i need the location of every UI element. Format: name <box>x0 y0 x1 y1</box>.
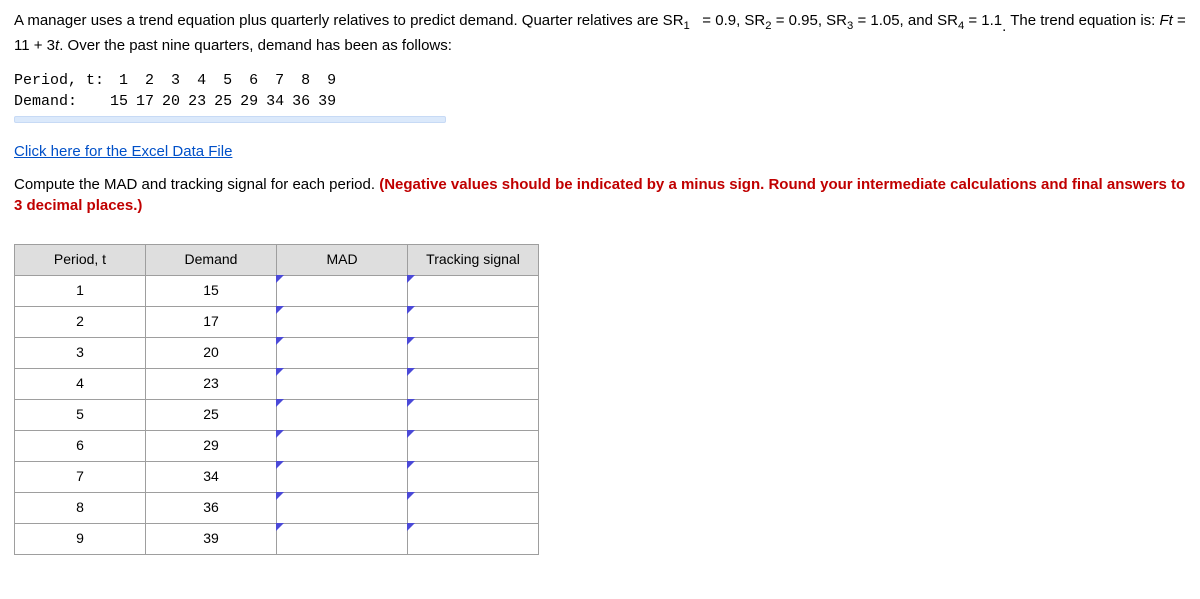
input-tracking-signal[interactable] <box>408 399 539 430</box>
demand-cell: 15 <box>110 91 136 112</box>
period-cell: 2 <box>136 70 162 91</box>
text: = 1.1 <box>968 12 1002 29</box>
cell-demand: 34 <box>146 461 277 492</box>
period-cell: 8 <box>292 70 318 91</box>
cell-demand: 36 <box>146 492 277 523</box>
header-tracking-signal: Tracking signal <box>408 244 539 275</box>
data-table-scrollbar[interactable] <box>14 116 446 123</box>
input-mad[interactable] <box>277 399 408 430</box>
cell-period: 4 <box>15 368 146 399</box>
demand-cell: 25 <box>214 91 240 112</box>
text: A manager uses a trend equation plus qua… <box>14 12 684 29</box>
text: The trend equation is: <box>1010 12 1159 29</box>
given-data-table: Period, t: 1 2 3 4 5 6 7 8 9 Demand: 15 … <box>14 70 344 112</box>
input-tracking-signal[interactable] <box>408 368 539 399</box>
row-label-demand: Demand: <box>14 91 110 112</box>
cell-demand: 23 <box>146 368 277 399</box>
cell-period: 3 <box>15 337 146 368</box>
header-demand: Demand <box>146 244 277 275</box>
table-row: 7 34 <box>15 461 539 492</box>
demand-cell: 20 <box>162 91 188 112</box>
input-mad[interactable] <box>277 368 408 399</box>
demand-cell: 29 <box>240 91 266 112</box>
table-header-row: Period, t Demand MAD Tracking signal <box>15 244 539 275</box>
input-mad[interactable] <box>277 461 408 492</box>
table-row: 1 15 <box>15 275 539 306</box>
cell-demand: 15 <box>146 275 277 306</box>
period-cell: 3 <box>162 70 188 91</box>
cell-period: 1 <box>15 275 146 306</box>
instruction-part1: Compute the MAD and tracking signal for … <box>14 176 379 193</box>
cell-period: 9 <box>15 523 146 554</box>
input-mad[interactable] <box>277 430 408 461</box>
input-tracking-signal[interactable] <box>408 337 539 368</box>
text: . Over the past nine quarters, demand ha… <box>59 37 452 54</box>
text: = 0.9, SR <box>698 12 765 29</box>
input-tracking-signal[interactable] <box>408 275 539 306</box>
text: = 0.95, SR <box>776 12 847 29</box>
demand-cell: 23 <box>188 91 214 112</box>
period-cell: 1 <box>110 70 136 91</box>
problem-statement: A manager uses a trend equation plus qua… <box>14 10 1186 56</box>
sr4-sub: 4 <box>958 20 964 32</box>
cell-period: 5 <box>15 399 146 430</box>
period-cell: 7 <box>266 70 292 91</box>
cell-demand: 17 <box>146 306 277 337</box>
cell-period: 7 <box>15 461 146 492</box>
sr3-sub: 3 <box>847 20 853 32</box>
header-period: Period, t <box>15 244 146 275</box>
excel-data-file-link[interactable]: Click here for the Excel Data File <box>14 141 232 162</box>
input-tracking-signal[interactable] <box>408 430 539 461</box>
cell-demand: 20 <box>146 337 277 368</box>
cell-demand: 25 <box>146 399 277 430</box>
cell-demand: 39 <box>146 523 277 554</box>
input-tracking-signal[interactable] <box>408 492 539 523</box>
sr2-sub: 2 <box>765 20 771 32</box>
table-row: 9 39 <box>15 523 539 554</box>
cell-period: 8 <box>15 492 146 523</box>
period-cell: 6 <box>240 70 266 91</box>
table-row: 2 17 <box>15 306 539 337</box>
input-tracking-signal[interactable] <box>408 523 539 554</box>
input-mad[interactable] <box>277 337 408 368</box>
cell-demand: 29 <box>146 430 277 461</box>
instruction-text: Compute the MAD and tracking signal for … <box>14 174 1186 216</box>
input-mad[interactable] <box>277 275 408 306</box>
input-tracking-signal[interactable] <box>408 461 539 492</box>
period-cell: 9 <box>318 70 344 91</box>
header-mad: MAD <box>277 244 408 275</box>
table-row: 5 25 <box>15 399 539 430</box>
input-mad[interactable] <box>277 523 408 554</box>
row-label-period: Period, t: <box>14 70 110 91</box>
demand-cell: 36 <box>292 91 318 112</box>
period-cell: 5 <box>214 70 240 91</box>
demand-cell: 34 <box>266 91 292 112</box>
input-mad[interactable] <box>277 306 408 337</box>
answer-table: Period, t Demand MAD Tracking signal 1 1… <box>14 244 539 555</box>
demand-cell: 17 <box>136 91 162 112</box>
table-row: 4 23 <box>15 368 539 399</box>
sr1-sub: 1 <box>684 20 690 32</box>
text: = 1.05, and SR <box>857 12 958 29</box>
table-row: 8 36 <box>15 492 539 523</box>
table-row: 3 20 <box>15 337 539 368</box>
trend-lhs: Ft <box>1160 12 1173 29</box>
period-cell: 4 <box>188 70 214 91</box>
table-row: 6 29 <box>15 430 539 461</box>
input-mad[interactable] <box>277 492 408 523</box>
cell-period: 2 <box>15 306 146 337</box>
cell-period: 6 <box>15 430 146 461</box>
demand-cell: 39 <box>318 91 344 112</box>
input-tracking-signal[interactable] <box>408 306 539 337</box>
